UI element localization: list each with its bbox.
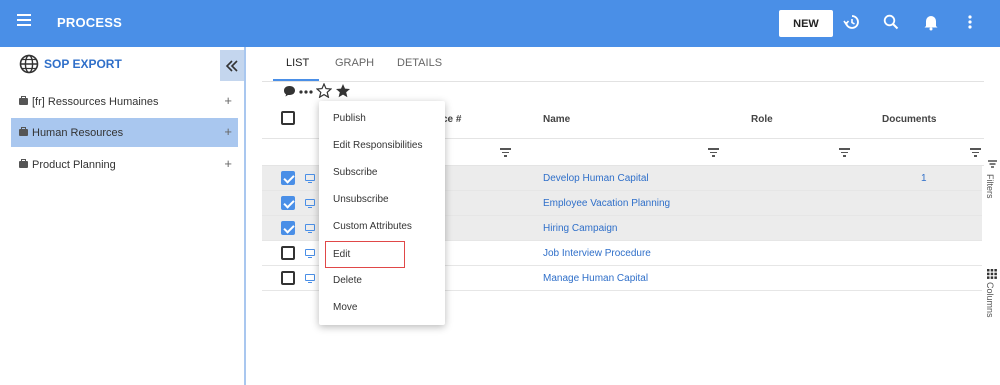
add-icon[interactable]: + [224,93,232,108]
star-filled-icon[interactable] [335,83,351,101]
sidebar-item-ressources-humaines[interactable]: [fr] Ressources Humaines + [11,87,238,116]
comment-icon[interactable] [283,85,296,100]
documents-count-link[interactable]: 1 [921,173,927,184]
history-icon[interactable] [842,12,862,32]
menu-item-unsubscribe[interactable]: Unsubscribe [319,186,445,213]
tab-details[interactable]: DETAILS [397,57,442,81]
bell-icon[interactable] [921,12,941,32]
menu-item-edit[interactable]: Edit [325,241,405,268]
monitor-icon [305,249,315,258]
sidebar-item-label: [fr] Ressources Humaines [32,95,159,108]
sidebar-item-label: Human Resources [32,126,124,139]
menu-item-move[interactable]: Move [319,294,445,321]
tab-list[interactable]: LIST [273,57,319,81]
add-icon[interactable]: + [224,156,232,171]
sidebar: SOP EXPORT [fr] Ressources Humaines + Hu… [0,47,246,385]
process-name-link[interactable]: Hiring Campaign [543,223,617,234]
menu-icon[interactable] [17,14,31,26]
sidebar-item-label: Product Planning [32,158,116,171]
menu-item-custom-attributes[interactable]: Custom Attributes [319,213,445,240]
star-outline-icon[interactable] [315,82,333,101]
menu-item-delete[interactable]: Delete [319,267,445,294]
columns-tab-label[interactable]: Columns [985,282,995,318]
top-bar: PROCESS NEW [0,0,1000,47]
sidebar-item-human-resources[interactable]: Human Resources + [11,118,238,147]
row-checkbox[interactable] [281,171,295,185]
filter-icon[interactable] [500,148,511,157]
context-menu: Publish Edit Responsibilities Subscribe … [319,101,445,325]
monitor-icon [305,199,315,208]
app-title: PROCESS [57,15,122,30]
chevrons-left-icon[interactable] [220,50,244,81]
menu-item-publish[interactable]: Publish [319,105,445,132]
add-icon[interactable]: + [224,124,232,139]
filter-icon[interactable] [708,148,719,157]
briefcase-icon [19,96,28,105]
sidebar-item-product-planning[interactable]: Product Planning + [11,150,238,179]
select-all-checkbox[interactable] [281,111,295,125]
column-header-documents[interactable]: Documents [882,114,936,125]
process-name-link[interactable]: Employee Vacation Planning [543,198,670,209]
filters-tab-label[interactable]: Filters [985,174,995,199]
briefcase-icon [19,127,28,136]
globe-icon [19,54,39,74]
tab-graph[interactable]: GRAPH [335,57,374,81]
monitor-icon [305,274,315,283]
column-header-role[interactable]: Role [751,114,773,125]
filters-icon[interactable] [988,159,997,168]
new-button[interactable]: NEW [779,10,833,37]
row-checkbox[interactable] [281,221,295,235]
menu-item-edit-responsibilities[interactable]: Edit Responsibilities [319,132,445,159]
columns-icon[interactable] [987,269,997,279]
process-name-link[interactable]: Manage Human Capital [543,273,648,284]
more-horiz-icon[interactable] [299,86,313,98]
filter-icon[interactable] [970,148,981,157]
list-toolbar [283,82,351,101]
sidebar-title: SOP EXPORT [44,57,122,71]
search-icon[interactable] [881,12,901,32]
row-checkbox[interactable] [281,196,295,210]
process-name-link[interactable]: Job Interview Procedure [543,248,651,259]
row-checkbox[interactable] [281,271,295,285]
more-vert-icon[interactable] [960,12,980,32]
process-name-link[interactable]: Develop Human Capital [543,173,649,184]
menu-item-subscribe[interactable]: Subscribe [319,159,445,186]
row-checkbox[interactable] [281,246,295,260]
column-header-name[interactable]: Name [543,114,570,125]
filter-icon[interactable] [839,148,850,157]
monitor-icon [305,174,315,183]
monitor-icon [305,224,315,233]
tabs-divider [262,81,984,82]
briefcase-icon [19,159,28,168]
sidebar-header: SOP EXPORT [0,47,246,83]
